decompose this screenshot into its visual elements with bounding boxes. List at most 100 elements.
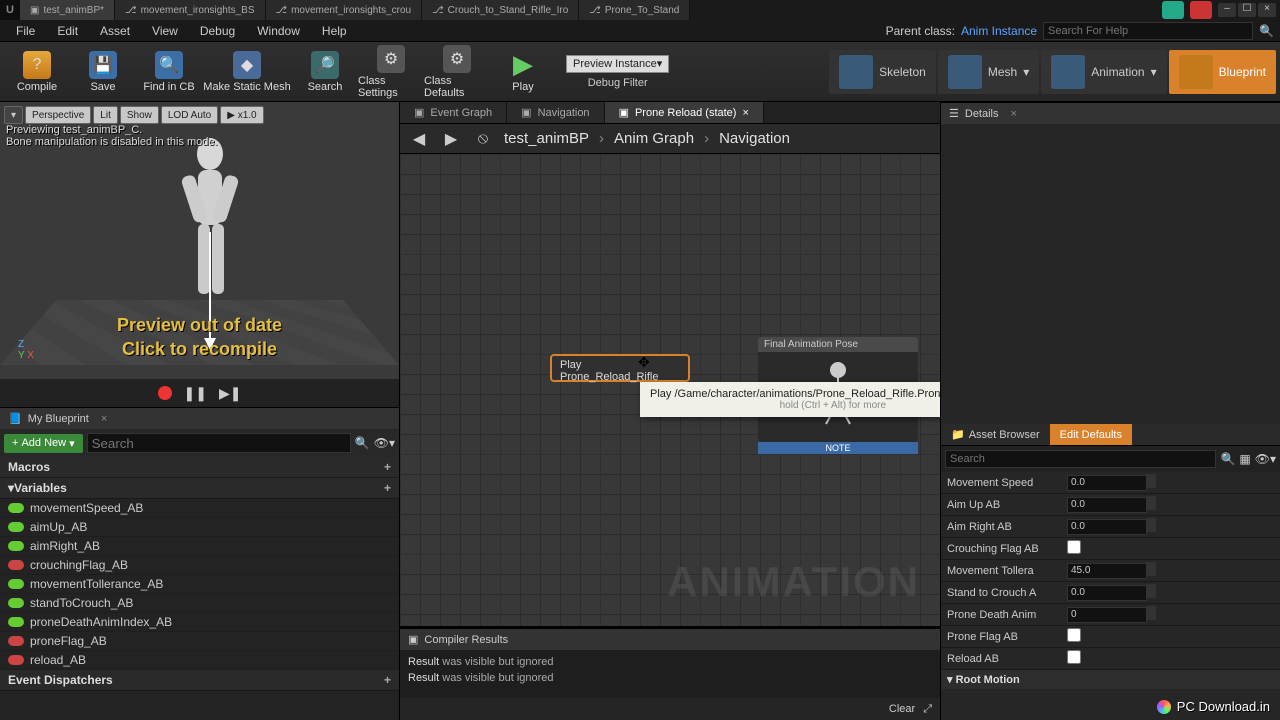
add-icon[interactable]: + bbox=[384, 460, 391, 474]
menu-view[interactable]: View bbox=[142, 21, 188, 41]
eye-icon[interactable]: 👁▾ bbox=[1255, 452, 1276, 466]
tab-prone-reload[interactable]: ▣Prone Reload (state)× bbox=[605, 102, 764, 123]
spinner-icon[interactable] bbox=[1146, 518, 1156, 532]
section-root-motion[interactable]: ▾ Root Motion bbox=[941, 670, 1280, 689]
menu-asset[interactable]: Asset bbox=[90, 21, 140, 41]
compile-button[interactable]: ?Compile bbox=[4, 45, 70, 99]
source-control-icon[interactable] bbox=[1190, 1, 1212, 19]
menu-help[interactable]: Help bbox=[312, 21, 357, 41]
preview-viewport[interactable]: ▾ Perspective Lit Show LOD Auto ▶ x1.0 P… bbox=[0, 102, 399, 407]
add-icon[interactable]: + bbox=[384, 481, 391, 495]
close-icon[interactable]: × bbox=[742, 107, 748, 119]
category-macros[interactable]: Macros+ bbox=[0, 457, 399, 478]
class-settings-button[interactable]: ⚙Class Settings bbox=[358, 45, 424, 99]
step-button[interactable]: ▶❚ bbox=[219, 385, 242, 402]
grid-icon[interactable]: ▦ bbox=[1239, 452, 1250, 466]
minimize-button[interactable]: – bbox=[1218, 3, 1236, 17]
breadcrumb-item[interactable]: test_animBP bbox=[504, 130, 589, 147]
add-new-button[interactable]: +Add New▾ bbox=[4, 434, 83, 453]
compiler-results-title[interactable]: ▣ Compiler Results bbox=[400, 628, 940, 650]
clear-button[interactable]: Clear bbox=[889, 703, 915, 715]
play-button[interactable]: ▶Play bbox=[490, 45, 556, 99]
speed-button[interactable]: ▶ x1.0 bbox=[220, 106, 263, 124]
property-input[interactable] bbox=[1067, 585, 1147, 601]
online-status-icon[interactable] bbox=[1162, 1, 1184, 19]
preview-instance-dropdown[interactable]: Preview Instance▾ bbox=[566, 55, 669, 73]
record-button[interactable] bbox=[158, 386, 172, 400]
pause-button[interactable]: ❚❚ bbox=[184, 385, 207, 402]
spinner-icon[interactable] bbox=[1146, 584, 1156, 598]
tab-edit-defaults[interactable]: Edit Defaults bbox=[1050, 424, 1132, 445]
asset-tab[interactable]: ⎇movement_ironsights_BS bbox=[115, 0, 265, 20]
find-in-cb-button[interactable]: 🔍Find in CB bbox=[136, 45, 202, 99]
property-checkbox[interactable] bbox=[1067, 628, 1081, 642]
recompile-warning[interactable]: Preview out of date Click to recompile bbox=[0, 313, 399, 361]
property-input[interactable] bbox=[1067, 497, 1147, 513]
close-button[interactable]: × bbox=[1258, 3, 1276, 17]
expand-icon[interactable]: ⤢ bbox=[923, 703, 932, 716]
make-static-mesh-button[interactable]: ◆Make Static Mesh bbox=[202, 45, 292, 99]
viewport-menu-button[interactable]: ▾ bbox=[4, 106, 23, 124]
property-input[interactable] bbox=[1067, 475, 1147, 491]
property-checkbox[interactable] bbox=[1067, 540, 1081, 554]
spinner-icon[interactable] bbox=[1146, 496, 1156, 510]
variable-row[interactable]: aimUp_AB bbox=[0, 518, 399, 537]
details-search-input[interactable] bbox=[945, 450, 1216, 468]
property-input[interactable] bbox=[1067, 519, 1147, 535]
my-blueprint-search-input[interactable] bbox=[87, 433, 351, 453]
class-defaults-button[interactable]: ⚙Class Defaults bbox=[424, 45, 490, 99]
details-body[interactable]: 🔍 ▦ 👁▾ Movement SpeedAim Up ABAim Right … bbox=[941, 446, 1280, 720]
lod-button[interactable]: LOD Auto bbox=[161, 106, 218, 124]
spinner-icon[interactable] bbox=[1146, 606, 1156, 620]
tab-asset-browser[interactable]: 📁Asset Browser bbox=[941, 424, 1050, 445]
search-button[interactable]: 🔎Search bbox=[292, 45, 358, 99]
breadcrumb-item[interactable]: Navigation bbox=[719, 130, 790, 147]
mesh-mode-button[interactable]: Mesh▾ bbox=[938, 50, 1039, 94]
nav-back-button[interactable]: ◀ bbox=[408, 128, 430, 150]
nav-forward-button[interactable]: ▶ bbox=[440, 128, 462, 150]
variable-row[interactable]: movementTollerance_AB bbox=[0, 575, 399, 594]
variable-row[interactable]: standToCrouch_AB bbox=[0, 594, 399, 613]
play-anim-node[interactable]: Play Prone_Reload_Rifle bbox=[550, 354, 690, 382]
animation-mode-button[interactable]: Animation▾ bbox=[1041, 50, 1166, 94]
search-icon[interactable]: 🔍 bbox=[355, 436, 370, 450]
asset-tab[interactable]: ▣test_animBP* bbox=[20, 0, 115, 20]
breadcrumb-item[interactable]: Anim Graph bbox=[614, 130, 694, 147]
spinner-icon[interactable] bbox=[1146, 474, 1156, 488]
close-icon[interactable]: × bbox=[1011, 108, 1017, 120]
menu-window[interactable]: Window bbox=[247, 21, 310, 41]
search-icon[interactable]: 🔍 bbox=[1259, 24, 1274, 38]
eye-icon[interactable]: 👁▾ bbox=[374, 436, 395, 450]
variable-row[interactable]: reload_AB bbox=[0, 651, 399, 670]
property-checkbox[interactable] bbox=[1067, 650, 1081, 664]
variable-row[interactable]: crouchingFlag_AB bbox=[0, 556, 399, 575]
property-input[interactable] bbox=[1067, 563, 1147, 579]
parent-class-link[interactable]: Anim Instance bbox=[961, 24, 1037, 38]
spinner-icon[interactable] bbox=[1146, 562, 1156, 576]
variable-row[interactable]: proneDeathAnimIndex_AB bbox=[0, 613, 399, 632]
close-icon[interactable]: × bbox=[101, 413, 107, 425]
skeleton-mode-button[interactable]: Skeleton bbox=[829, 50, 936, 94]
category-event-dispatchers[interactable]: Event Dispatchers+ bbox=[0, 670, 399, 691]
maximize-button[interactable]: ☐ bbox=[1238, 3, 1256, 17]
variable-row[interactable]: movementSpeed_AB bbox=[0, 499, 399, 518]
perspective-button[interactable]: Perspective bbox=[25, 106, 91, 124]
tab-navigation[interactable]: ▣Navigation bbox=[507, 102, 604, 123]
my-blueprint-list[interactable]: Macros+ ▾ Variables+ movementSpeed_ABaim… bbox=[0, 457, 399, 720]
menu-edit[interactable]: Edit bbox=[47, 21, 88, 41]
tab-event-graph[interactable]: ▣Event Graph bbox=[400, 102, 507, 123]
variable-row[interactable]: aimRight_AB bbox=[0, 537, 399, 556]
menu-debug[interactable]: Debug bbox=[190, 21, 245, 41]
nav-home-icon[interactable]: ⦸ bbox=[472, 128, 494, 150]
asset-tab[interactable]: ⎇Prone_To_Stand bbox=[579, 0, 690, 20]
lit-button[interactable]: Lit bbox=[93, 106, 118, 124]
blueprint-mode-button[interactable]: Blueprint bbox=[1169, 50, 1276, 94]
anim-graph-canvas[interactable]: ANIMATION Play Prone_Reload_Rifle ✥ Fina… bbox=[400, 154, 940, 626]
property-input[interactable] bbox=[1067, 607, 1147, 623]
asset-tab[interactable]: ⎇movement_ironsights_crou bbox=[266, 0, 423, 20]
asset-tab[interactable]: ⎇Crouch_to_Stand_Rifle_Iro bbox=[422, 0, 579, 20]
my-blueprint-panel-title[interactable]: 📘 My Blueprint × bbox=[0, 407, 399, 429]
compiler-results-body[interactable]: Result was visible but ignored Result wa… bbox=[400, 650, 940, 698]
show-button[interactable]: Show bbox=[120, 106, 159, 124]
help-search-input[interactable] bbox=[1043, 22, 1253, 40]
